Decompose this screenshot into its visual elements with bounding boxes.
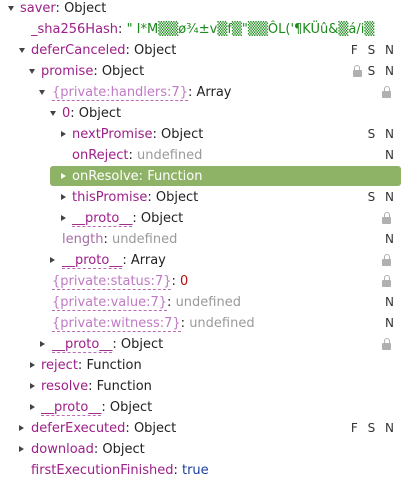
lock-icon [352, 64, 362, 77]
property-name: {private:value:7} [52, 295, 168, 311]
tree-row-thispromise[interactable]: thisPromise: Object S N [0, 187, 403, 208]
property-value: undefined [175, 295, 241, 310]
tree-row-index-0[interactable]: 0: Object [0, 103, 403, 124]
property-flags: S N [367, 127, 397, 141]
property-flags: F S N [350, 421, 397, 435]
property-name: onReject [72, 148, 129, 163]
property-name: thisPromise [72, 190, 148, 205]
property-value: true [181, 463, 209, 478]
tree-row-private-status[interactable]: {private:status:7}: 0 [0, 271, 403, 292]
triangle-right-icon[interactable] [30, 383, 35, 389]
tree-row-proto[interactable]: __proto__: Object [0, 334, 403, 355]
triangle-down-icon[interactable] [39, 90, 45, 95]
tree-row-nextpromise[interactable]: nextPromise: Object S N [0, 124, 403, 145]
property-value: undefined [137, 148, 203, 163]
tree-row-saver[interactable]: saver: Object [0, 0, 403, 19]
tree-row-sha256hash[interactable]: _sha256Hash: " I*M▒▒ø¾±v▒f▒"▒▒ÔL('¶KÜû&▒… [0, 19, 403, 40]
property-name: firstExecutionFinished [31, 463, 174, 478]
triangle-right-icon[interactable] [61, 194, 66, 200]
lock-icon [382, 274, 391, 287]
tree-row-reject[interactable]: reject: Function [0, 355, 403, 376]
tree-row-onreject[interactable]: onReject: undefined N [0, 145, 403, 166]
tree-row-private-handlers[interactable]: {private:handlers:7}: Array [0, 82, 403, 103]
property-value: Object [64, 1, 107, 16]
property-value: Object [161, 127, 204, 142]
property-flags: S N [367, 64, 397, 78]
triangle-down-icon[interactable] [29, 69, 35, 74]
property-flags: N [385, 295, 397, 309]
property-name: download [31, 442, 94, 457]
triangle-down-icon[interactable] [50, 111, 56, 116]
tree-row-proto[interactable]: __proto__: Object [0, 208, 403, 229]
tree-row-onresolve[interactable]: onResolve: Function [0, 166, 403, 187]
tree-row-proto[interactable]: __proto__: Array [0, 250, 403, 271]
lock-icon [382, 253, 391, 266]
property-flags: F S N [350, 43, 397, 57]
property-flags: N [385, 316, 397, 330]
property-name: promise [41, 64, 94, 79]
property-value: Object [155, 190, 199, 205]
property-name: length [62, 232, 104, 247]
triangle-right-icon[interactable] [50, 257, 55, 263]
tree-row-deferexecuted[interactable]: deferExecuted: Object F S N [0, 418, 403, 439]
property-name: resolve [41, 379, 89, 394]
property-value: Array [196, 85, 232, 100]
tree-row-private-witness[interactable]: {private:witness:7}: undefined N [0, 313, 403, 334]
property-value: Object [101, 64, 145, 79]
lock-icon [382, 211, 391, 224]
triangle-down-icon[interactable] [19, 48, 25, 53]
property-value: Object [120, 337, 164, 352]
property-name: {private:handlers:7} [52, 85, 188, 101]
property-flags: S N [367, 190, 397, 204]
property-name: deferCanceled [31, 43, 126, 58]
property-value: 0 [180, 274, 189, 289]
triangle-right-icon[interactable] [19, 425, 24, 431]
property-name: nextPromise [72, 127, 153, 142]
property-flags: N [385, 232, 397, 246]
property-name: saver [20, 1, 56, 16]
property-value: Array [130, 253, 166, 268]
triangle-right-icon[interactable] [61, 215, 66, 221]
triangle-right-icon[interactable] [61, 173, 66, 179]
property-value: Object [140, 211, 184, 226]
property-name: onResolve [72, 169, 139, 184]
triangle-right-icon[interactable] [40, 341, 45, 347]
triangle-right-icon[interactable] [61, 131, 66, 137]
property-value: Object [133, 421, 177, 436]
property-value: Function [96, 379, 152, 394]
property-name: _sha256Hash [31, 22, 119, 37]
property-name: __proto__ [62, 253, 123, 269]
tree-row-firstexecutionfinished[interactable]: firstExecutionFinished: true [0, 460, 403, 481]
tree-row-length[interactable]: length: undefined N [0, 229, 403, 250]
property-name: __proto__ [72, 211, 133, 227]
property-flags: N [385, 148, 397, 162]
property-name: {private:witness:7} [52, 316, 181, 332]
property-value: " I*M▒▒ø¾±v▒f▒"▒▒ÔL('¶KÜû&▒á/i▒ [126, 22, 375, 37]
property-value: Object [109, 400, 153, 415]
property-value: Object [78, 106, 122, 121]
tree-row-private-value[interactable]: {private:value:7}: undefined N [0, 292, 403, 313]
property-value: undefined [189, 316, 255, 331]
property-name: __proto__ [41, 400, 102, 416]
property-value: Object [102, 442, 145, 457]
lock-icon [382, 337, 391, 350]
property-value: Object [133, 43, 177, 58]
property-value: undefined [111, 232, 178, 247]
lock-icon [382, 85, 391, 98]
tree-row-proto[interactable]: __proto__: Object [0, 397, 403, 418]
property-name: reject [41, 358, 78, 373]
tree-row-promise[interactable]: promise: Object S N [0, 61, 403, 82]
property-name: {private:status:7} [52, 274, 172, 290]
tree-row-defercanceled[interactable]: deferCanceled: Object F S N [0, 40, 403, 61]
triangle-right-icon[interactable] [19, 446, 24, 452]
property-name: deferExecuted [31, 421, 126, 436]
tree-row-resolve[interactable]: resolve: Function [0, 376, 403, 397]
triangle-right-icon[interactable] [30, 404, 35, 410]
triangle-down-icon[interactable] [8, 6, 14, 11]
property-name: __proto__ [52, 337, 113, 353]
property-value: Function [86, 358, 142, 373]
tree-row-download[interactable]: download: Object [0, 439, 403, 460]
triangle-right-icon[interactable] [30, 362, 35, 368]
property-value: Function [147, 169, 203, 184]
